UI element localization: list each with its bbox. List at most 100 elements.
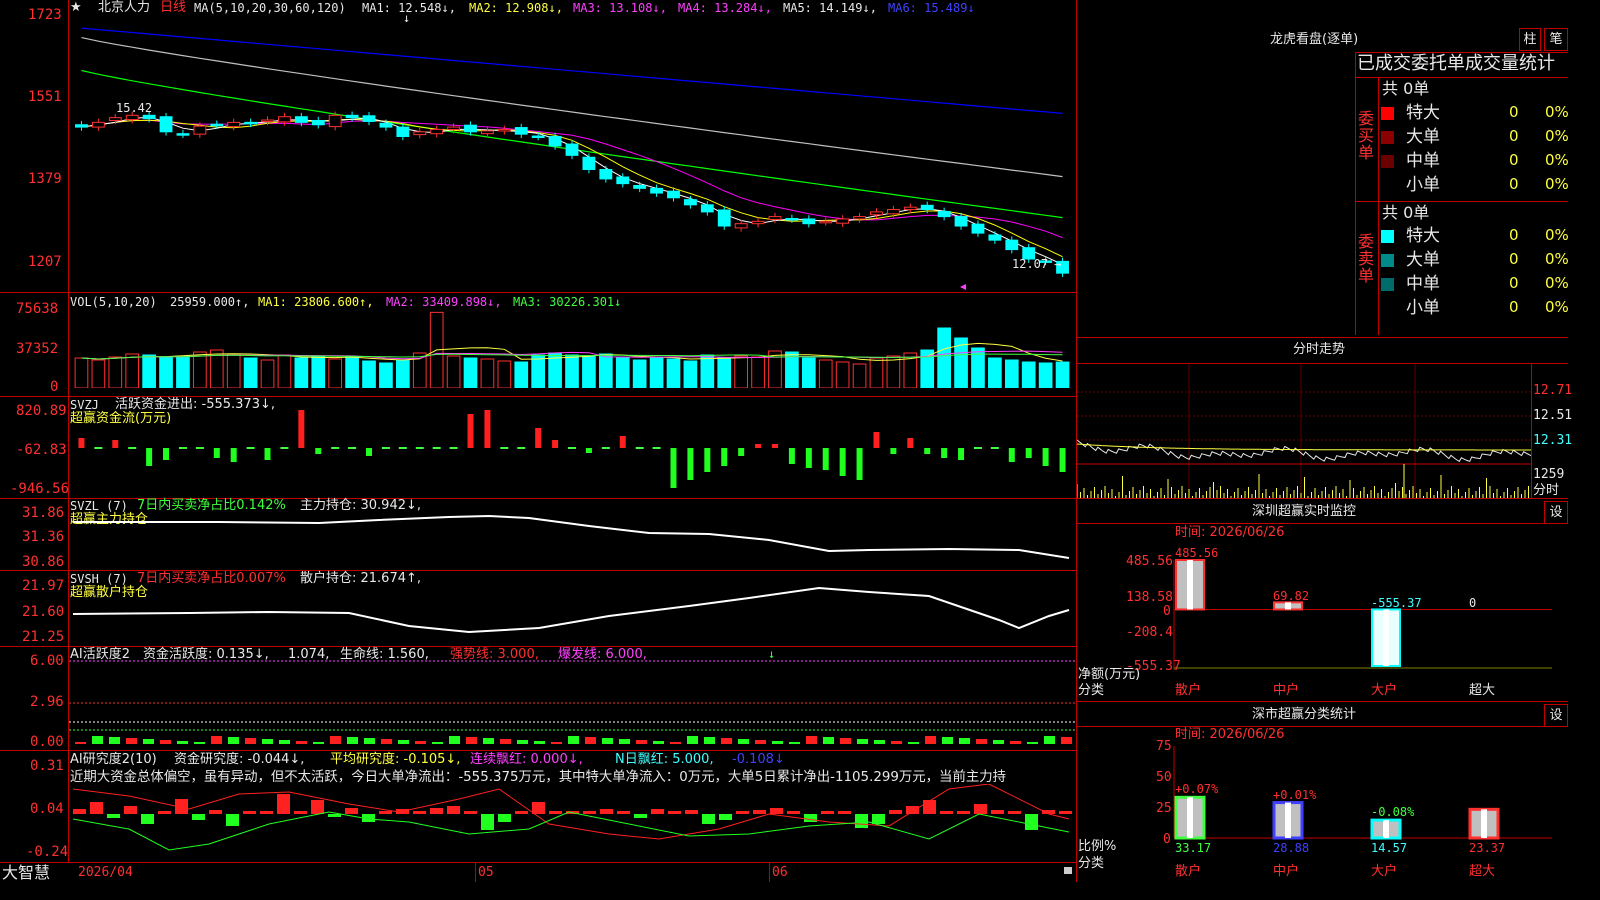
flow-bar (432, 447, 441, 449)
candle (261, 119, 274, 123)
bar-mode-button[interactable]: 柱 (1519, 28, 1541, 51)
ratio-bar-chart[interactable] (1172, 744, 1552, 844)
research-bar (124, 806, 137, 814)
volume-bar (700, 354, 715, 388)
research-bar (243, 811, 256, 814)
buy-row-count: 0 (1509, 127, 1519, 145)
y-tick: 0 (1163, 604, 1171, 619)
volume-bar (937, 327, 951, 388)
y-tick: 1379 (28, 171, 62, 187)
volume-chart[interactable] (69, 308, 1075, 388)
volume-bar (1038, 362, 1053, 388)
research-bar (328, 814, 341, 817)
volume-bar (683, 360, 698, 388)
candle (971, 223, 985, 234)
activity-bar (500, 739, 511, 744)
activity-bar (619, 739, 630, 744)
research-bar (379, 811, 392, 814)
candle (514, 127, 528, 135)
sell-row-pct: 0% (1545, 250, 1569, 268)
volume-bar (632, 359, 647, 388)
sell-row-label: 小单 (1406, 298, 1440, 318)
price-line (1077, 439, 1532, 463)
volume-bar (277, 354, 292, 388)
candle (870, 211, 883, 216)
research-bar (141, 814, 154, 824)
settings-button[interactable]: 设 (1544, 704, 1568, 727)
flow-bar (568, 447, 576, 449)
activity-bar (891, 741, 902, 744)
star-icon[interactable]: ★ (70, 1, 82, 15)
intraday-title: 分时走势 (1293, 342, 1346, 357)
flow-bar (552, 440, 559, 448)
volume-bar (649, 357, 664, 388)
volume-bar (159, 356, 173, 388)
flow-bar (78, 438, 85, 448)
research-bar (549, 811, 562, 814)
flow-bar (298, 410, 305, 448)
candle (1005, 239, 1019, 251)
fund-flow-chart[interactable] (69, 410, 1075, 492)
volume-bar (1004, 359, 1019, 388)
settings-button[interactable]: 设 (1544, 501, 1568, 524)
research-bar (617, 811, 630, 814)
lock-icon[interactable] (1064, 867, 1072, 874)
y-tick: 0 (50, 379, 59, 395)
monitor-value: 485.56 (1175, 546, 1219, 560)
x-label: 06 (772, 865, 788, 880)
candle (328, 114, 342, 128)
candlestick-chart[interactable] (69, 14, 1075, 292)
intraday-chart[interactable] (1077, 364, 1532, 498)
y-tick: -946.56 (10, 481, 70, 497)
activity-bar (772, 741, 783, 744)
y-tick: 31.36 (22, 529, 65, 545)
stat-title: 深市超赢分类统计 (1252, 707, 1357, 722)
research-bar (634, 814, 647, 818)
x-label: 05 (478, 865, 494, 880)
ma-line (81, 118, 1063, 258)
sell-row-count: 0 (1509, 298, 1519, 316)
ai-activity-chart[interactable] (69, 660, 1075, 748)
stat-time: 时间: 2026/06/26 (1175, 727, 1285, 742)
low-price-arrow: → (1054, 257, 1062, 271)
buy-row-count: 0 (1509, 103, 1519, 121)
candle (176, 133, 190, 136)
activity-bar (1010, 741, 1021, 744)
pen-mode-button[interactable]: 笔 (1544, 28, 1568, 51)
retail-holding-chart[interactable] (69, 580, 1075, 644)
color-swatch (1381, 155, 1394, 168)
volume-bar (717, 357, 732, 388)
research-bar (804, 814, 817, 822)
flow-bar (907, 438, 914, 448)
research-bar (838, 811, 851, 814)
flow-bar (366, 448, 373, 456)
bar-highlight (1383, 609, 1389, 666)
activity-bar (755, 740, 766, 744)
sell-total: 共 0单 (1382, 203, 1430, 222)
research-bar (889, 810, 902, 814)
ai-research-chart[interactable] (69, 784, 1075, 860)
y-tick: 485.56 (1126, 554, 1173, 569)
period-label[interactable]: 日线 (160, 1, 186, 15)
flow-bar (246, 447, 255, 449)
candle (244, 121, 258, 125)
color-swatch (1381, 131, 1394, 144)
flow-bar (230, 448, 237, 462)
y-tick: 21.60 (22, 604, 65, 620)
net-amount-bar-chart[interactable] (1172, 540, 1552, 680)
y-tick: 31.86 (22, 505, 65, 521)
volume-bar (91, 359, 106, 388)
candle (396, 126, 410, 138)
activity-bar (245, 738, 256, 744)
candle (311, 119, 325, 126)
research-bar (464, 811, 477, 814)
activity-bar (687, 736, 698, 744)
main-holding-chart[interactable] (69, 508, 1075, 568)
volume-bar (446, 355, 461, 388)
candle (91, 121, 105, 128)
marker-icon (960, 284, 966, 290)
flow-bar (415, 447, 424, 449)
activity-bar (1044, 736, 1055, 744)
flow-bar (331, 447, 340, 449)
volume-bar (379, 362, 393, 388)
